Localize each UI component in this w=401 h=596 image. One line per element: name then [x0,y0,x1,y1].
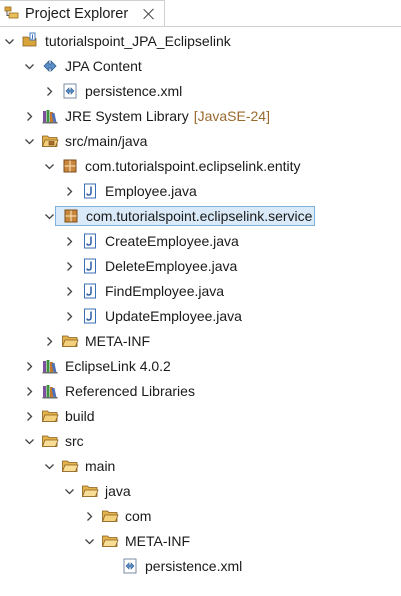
chevron-right-icon[interactable] [63,255,75,277]
tree-item[interactable]: persistence.xml [0,555,401,577]
tree-item[interactable]: Referenced Libraries [0,380,401,402]
tree-item-decoration: [JavaSE-24] [193,108,270,124]
tab-project-explorer[interactable]: Project Explorer [0,0,166,26]
tree-item-label: src [65,433,84,449]
folder-open-icon [101,532,119,550]
chevron-right-icon[interactable] [63,180,75,202]
tree-item[interactable]: META-INF [0,530,401,552]
tree-item[interactable]: JRE System Library [JavaSE-24] [0,105,401,127]
xml-file-icon [61,82,79,100]
tree-item-label: JPA Content [65,58,142,74]
tree-item[interactable]: com.tutorialspoint.eclipselink.service [0,205,401,227]
chevron-right-icon[interactable] [43,330,55,352]
tree-item[interactable]: persistence.xml [0,80,401,102]
library-icon [41,107,59,125]
chevron-down-icon[interactable] [23,55,35,77]
java-file-icon [81,307,99,325]
chevron-right-icon[interactable] [63,230,75,252]
tree-item[interactable]: java [0,480,401,502]
chevron-down-icon[interactable] [43,455,55,477]
selection-highlight: com.tutorialspoint.eclipselink.service [55,206,316,226]
tree-item-label: META-INF [85,333,151,349]
tree-item[interactable]: EclipseLink 4.0.2 [0,355,401,377]
tree-item[interactable]: FindEmployee.java [0,280,401,302]
view-tab-bar: Project Explorer [0,0,401,27]
folder-icon [41,407,59,425]
chevron-right-icon[interactable] [23,105,35,127]
tree-item-label: tutorialspoint_JPA_Eclipselink [45,33,231,49]
close-icon[interactable] [142,7,156,21]
tree-item[interactable]: com [0,505,401,527]
tree-item[interactable]: DeleteEmployee.java [0,255,401,277]
tree-item[interactable]: META-INF [0,330,401,352]
tree-item-label: CreateEmployee.java [105,233,239,249]
chevron-down-icon[interactable] [43,205,55,227]
tree-item-label: java [105,483,131,499]
tree-item-label: persistence.xml [145,558,243,574]
library-icon [41,382,59,400]
java-project-icon [21,32,39,50]
java-file-icon [81,257,99,275]
tab-title: Project Explorer [25,5,129,22]
tree-item-label: Referenced Libraries [65,383,195,399]
chevron-down-icon[interactable] [23,430,35,452]
tree-item[interactable]: JPA Content [0,55,401,77]
chevron-right-icon[interactable] [23,355,35,377]
jpa-content-icon [41,57,59,75]
tree-item-label: UpdateEmployee.java [105,308,242,324]
tree-item[interactable]: build [0,405,401,427]
tree-item[interactable]: src/main/java [0,130,401,152]
folder-open-icon [81,482,99,500]
chevron-down-icon[interactable] [43,155,55,177]
tree-item[interactable]: tutorialspoint_JPA_Eclipselink [0,30,401,52]
chevron-right-icon[interactable] [43,80,55,102]
tree-item[interactable]: com.tutorialspoint.eclipselink.entity [0,155,401,177]
chevron-down-icon[interactable] [3,30,15,52]
tree-item-label: src/main/java [65,133,148,149]
tree-item[interactable]: src [0,430,401,452]
tree-item-label: main [85,458,116,474]
tree-item-label: com.tutorialspoint.eclipselink.entity [85,158,301,174]
folder-icon [101,507,119,525]
tree-item[interactable]: UpdateEmployee.java [0,305,401,327]
project-explorer-icon [4,4,20,23]
tree-item-label: DeleteEmployee.java [105,258,238,274]
library-icon [41,357,59,375]
chevron-right-icon[interactable] [63,305,75,327]
tree-item-label: persistence.xml [85,83,183,99]
tree-item-label: JRE System Library [65,108,189,124]
folder-open-icon [41,432,59,450]
chevron-down-icon[interactable] [23,130,35,152]
tree-item-label: com.tutorialspoint.eclipselink.service [86,208,313,224]
folder-icon [61,332,79,350]
tree-item[interactable]: main [0,455,401,477]
package-icon [61,157,79,175]
chevron-right-icon[interactable] [23,380,35,402]
tree-item-label: build [65,408,95,424]
chevron-down-icon[interactable] [83,530,95,552]
tree-item[interactable]: CreateEmployee.java [0,230,401,252]
tree-item-label: Employee.java [105,183,197,199]
chevron-right-icon[interactable] [83,505,95,527]
chevron-right-icon[interactable] [63,280,75,302]
java-file-icon [81,232,99,250]
xml-file-icon [121,557,139,575]
java-file-icon [81,282,99,300]
folder-open-icon [61,457,79,475]
tree-item-label: META-INF [125,533,191,549]
package-icon [62,207,80,225]
source-folder-icon [41,132,59,150]
tree-item-label: EclipseLink 4.0.2 [65,358,171,374]
tree-item-label: FindEmployee.java [105,283,225,299]
tree-item-label: com [125,508,152,524]
chevron-down-icon[interactable] [63,480,75,502]
tree-item[interactable]: Employee.java [0,180,401,202]
chevron-right-icon[interactable] [23,405,35,427]
java-file-icon [81,182,99,200]
